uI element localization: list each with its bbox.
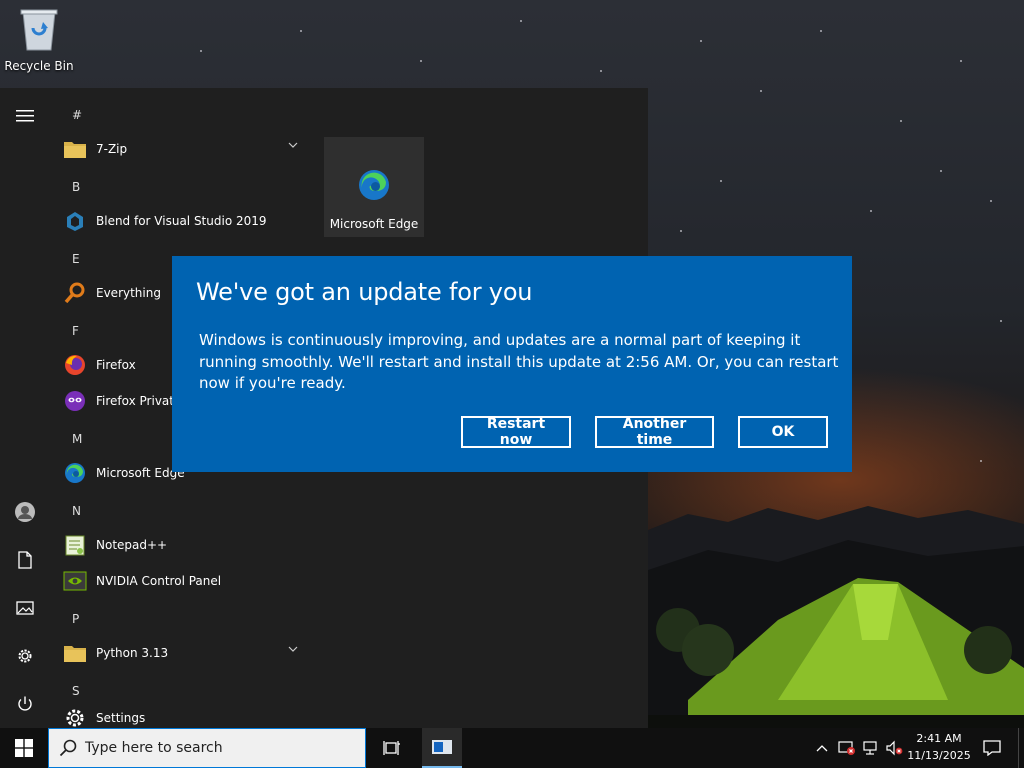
show-desktop-button[interactable] bbox=[1018, 728, 1024, 768]
pictures-button[interactable] bbox=[0, 588, 50, 628]
search-placeholder: Type here to search bbox=[85, 740, 223, 756]
document-icon bbox=[18, 551, 32, 569]
security-alert-icon bbox=[838, 741, 855, 755]
app-item-notepadpp[interactable]: Notepad++ bbox=[62, 529, 312, 561]
recycle-bin-label: Recycle Bin bbox=[4, 59, 74, 73]
clock-time: 2:41 AM bbox=[916, 732, 962, 745]
app-item-nvidia[interactable]: NVIDIA Control Panel bbox=[62, 565, 312, 597]
group-header-b[interactable]: B bbox=[72, 180, 80, 194]
show-hidden-icons-button[interactable] bbox=[812, 728, 832, 768]
power-icon bbox=[18, 696, 32, 711]
app-label: 7-Zip bbox=[96, 142, 128, 156]
search-icon bbox=[59, 739, 77, 757]
app-label: Python 3.13 bbox=[96, 646, 169, 660]
group-header-hash[interactable]: # bbox=[72, 108, 82, 122]
app-window-icon bbox=[432, 740, 452, 754]
taskbar: Type here to search 2:41 AM 11/13/2025 bbox=[0, 728, 1024, 768]
group-header-m[interactable]: M bbox=[72, 432, 82, 446]
recycle-bin-shortcut[interactable]: Recycle Bin bbox=[4, 6, 74, 78]
app-label: Settings bbox=[96, 711, 146, 725]
dialog-title: We've got an update for you bbox=[196, 278, 533, 306]
windows-logo-icon bbox=[15, 739, 33, 757]
taskbar-search-box[interactable]: Type here to search bbox=[48, 728, 366, 768]
dialog-message: Windows is continuously improving, and u… bbox=[199, 331, 839, 392]
recycle-bin-icon bbox=[20, 9, 58, 51]
hamburger-icon bbox=[16, 110, 34, 122]
taskbar-clock[interactable]: 2:41 AM 11/13/2025 bbox=[902, 730, 976, 766]
restart-now-button[interactable]: Restart now bbox=[461, 416, 571, 448]
edge-icon bbox=[62, 460, 88, 486]
task-view-button[interactable] bbox=[372, 728, 412, 768]
account-button[interactable] bbox=[0, 492, 50, 532]
chevron-up-icon bbox=[816, 745, 828, 752]
another-time-button[interactable]: Another time bbox=[595, 416, 714, 448]
folder-icon bbox=[62, 640, 88, 666]
documents-button[interactable] bbox=[0, 540, 50, 580]
app-label: Firefox bbox=[96, 358, 136, 372]
clock-date: 11/13/2025 bbox=[907, 749, 971, 762]
notepadpp-icon bbox=[62, 532, 88, 558]
app-label: Everything bbox=[96, 286, 161, 300]
chevron-down-icon[interactable] bbox=[288, 142, 298, 148]
task-view-icon bbox=[383, 741, 400, 755]
chevron-down-icon[interactable] bbox=[288, 646, 298, 652]
user-avatar-icon bbox=[15, 502, 35, 522]
tile-microsoft-edge[interactable]: Microsoft Edge bbox=[324, 137, 424, 237]
firefox-icon bbox=[62, 352, 88, 378]
blend-icon bbox=[62, 208, 88, 234]
taskbar-app-button[interactable] bbox=[422, 728, 462, 768]
group-header-e[interactable]: E bbox=[72, 252, 80, 266]
security-tray-button[interactable] bbox=[836, 728, 858, 768]
action-center-button[interactable] bbox=[976, 728, 1008, 768]
app-item-blend[interactable]: Blend for Visual Studio 2019 bbox=[62, 205, 312, 237]
folder-icon bbox=[62, 136, 88, 162]
group-header-n[interactable]: N bbox=[72, 504, 81, 518]
settings-rail-button[interactable] bbox=[0, 636, 50, 676]
gear-icon bbox=[18, 649, 32, 663]
notification-icon bbox=[983, 740, 1001, 756]
volume-muted-icon bbox=[886, 740, 903, 756]
volume-tray-button[interactable] bbox=[884, 728, 904, 768]
start-menu-rail bbox=[0, 88, 50, 728]
update-dialog: We've got an update for you Windows is c… bbox=[172, 256, 852, 472]
everything-search-icon bbox=[62, 280, 88, 306]
tile-label: Microsoft Edge bbox=[329, 217, 419, 231]
group-header-p[interactable]: P bbox=[72, 612, 79, 626]
nvidia-icon bbox=[62, 568, 88, 594]
edge-icon bbox=[359, 170, 389, 200]
group-header-s[interactable]: S bbox=[72, 684, 80, 698]
app-label: Notepad++ bbox=[96, 538, 168, 552]
power-button[interactable] bbox=[0, 684, 50, 724]
network-icon bbox=[863, 741, 877, 755]
start-button[interactable] bbox=[0, 728, 48, 768]
firefox-private-icon bbox=[62, 388, 88, 414]
expand-menu-button[interactable] bbox=[0, 96, 50, 136]
app-item-python[interactable]: Python 3.13 bbox=[62, 637, 312, 669]
pictures-icon bbox=[16, 601, 34, 615]
ok-button[interactable]: OK bbox=[738, 416, 828, 448]
landscape-tent-graphic bbox=[648, 506, 1024, 730]
app-item-7zip[interactable]: 7-Zip bbox=[62, 133, 312, 165]
group-header-f[interactable]: F bbox=[72, 324, 79, 338]
network-tray-button[interactable] bbox=[860, 728, 882, 768]
app-label: Blend for Visual Studio 2019 bbox=[96, 214, 267, 228]
app-label: NVIDIA Control Panel bbox=[96, 574, 222, 588]
